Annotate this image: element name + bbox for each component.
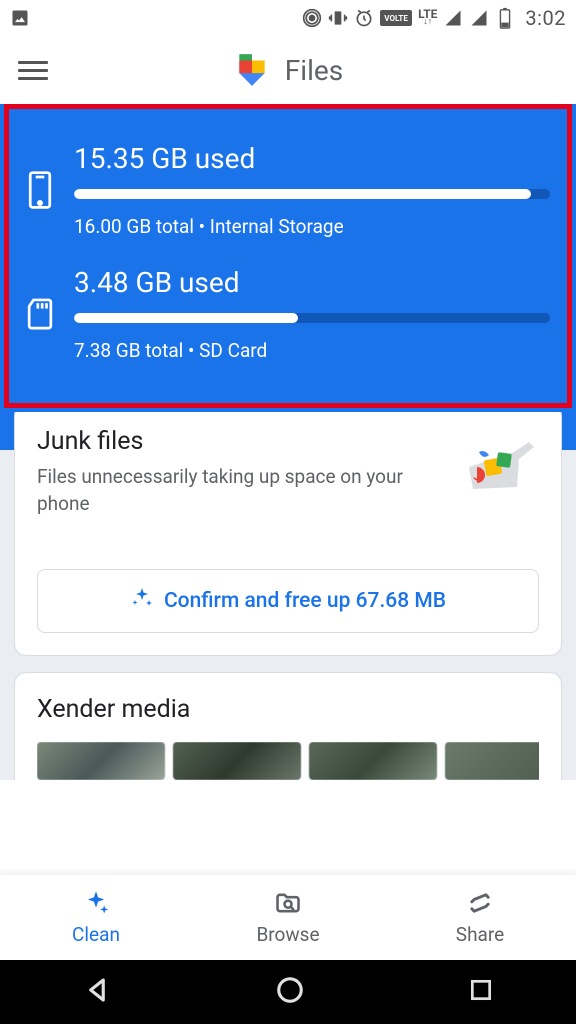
confirm-free-button[interactable]: Confirm and free up 67.68 MB (37, 569, 539, 633)
dustpan-icon (459, 427, 539, 497)
lte-icon: LTE↓↑ (418, 8, 437, 28)
xender-card-title: Xender media (37, 695, 539, 724)
nav-share[interactable]: Share (384, 875, 576, 960)
battery-icon (495, 8, 515, 28)
sd-progress (74, 313, 550, 323)
app-bar: Files (0, 36, 576, 104)
app-title-text: Files (285, 54, 343, 87)
media-thumb[interactable] (37, 742, 165, 780)
nav-browse-label: Browse (256, 923, 319, 946)
junk-files-card: Junk files Files unnecessarily taking up… (14, 404, 562, 656)
signal-icon (443, 8, 463, 28)
internal-total-label: 16.00 GB total • Internal Storage (74, 215, 550, 238)
media-thumb[interactable] (173, 742, 301, 780)
nav-clean-label: Clean (72, 923, 120, 946)
media-thumb[interactable] (309, 742, 437, 780)
media-thumb[interactable] (445, 742, 539, 780)
system-navigation (0, 960, 576, 1024)
home-button[interactable] (275, 975, 305, 1009)
screenshot-icon (10, 8, 30, 28)
sd-used-label: 3.48 GB used (74, 266, 550, 299)
junk-card-title: Junk files (37, 427, 447, 456)
nav-clean[interactable]: Clean (0, 875, 192, 960)
status-bar: VOLTE LTE↓↑ 3:02 (0, 0, 576, 36)
media-thumbnails[interactable] (37, 742, 539, 780)
signal-icon-2 (469, 8, 489, 28)
recents-button[interactable] (468, 977, 494, 1007)
share-icon (465, 889, 495, 917)
browse-icon (273, 889, 303, 917)
storage-overview: 15.35 GB used 16.00 GB total • Internal … (0, 104, 576, 412)
confirm-button-label: Confirm and free up 67.68 MB (164, 589, 446, 613)
volte-icon: VOLTE (380, 10, 412, 26)
hotspot-icon (302, 8, 322, 28)
app-title: Files (18, 51, 558, 89)
clock: 3:02 (525, 6, 566, 30)
xender-media-card: Xender media (14, 672, 562, 780)
sdcard-storage-row[interactable]: 3.48 GB used 7.38 GB total • SD Card (0, 252, 576, 376)
vibrate-icon (328, 8, 348, 28)
nav-share-label: Share (456, 923, 504, 946)
internal-storage-row[interactable]: 15.35 GB used 16.00 GB total • Internal … (0, 128, 576, 252)
nav-browse[interactable]: Browse (192, 875, 384, 960)
sd-total-label: 7.38 GB total • SD Card (74, 339, 550, 362)
sparkle-icon (130, 586, 154, 616)
back-button[interactable] (82, 975, 112, 1009)
alarm-icon (354, 8, 374, 28)
sdcard-icon (24, 297, 56, 331)
internal-used-label: 15.35 GB used (74, 142, 550, 175)
junk-card-desc: Files unnecessarily taking up space on y… (37, 464, 447, 517)
internal-progress (74, 189, 550, 199)
files-logo-icon (233, 51, 271, 89)
phone-icon (24, 170, 56, 210)
bottom-navigation: Clean Browse Share (0, 874, 576, 960)
clean-icon (81, 889, 111, 917)
